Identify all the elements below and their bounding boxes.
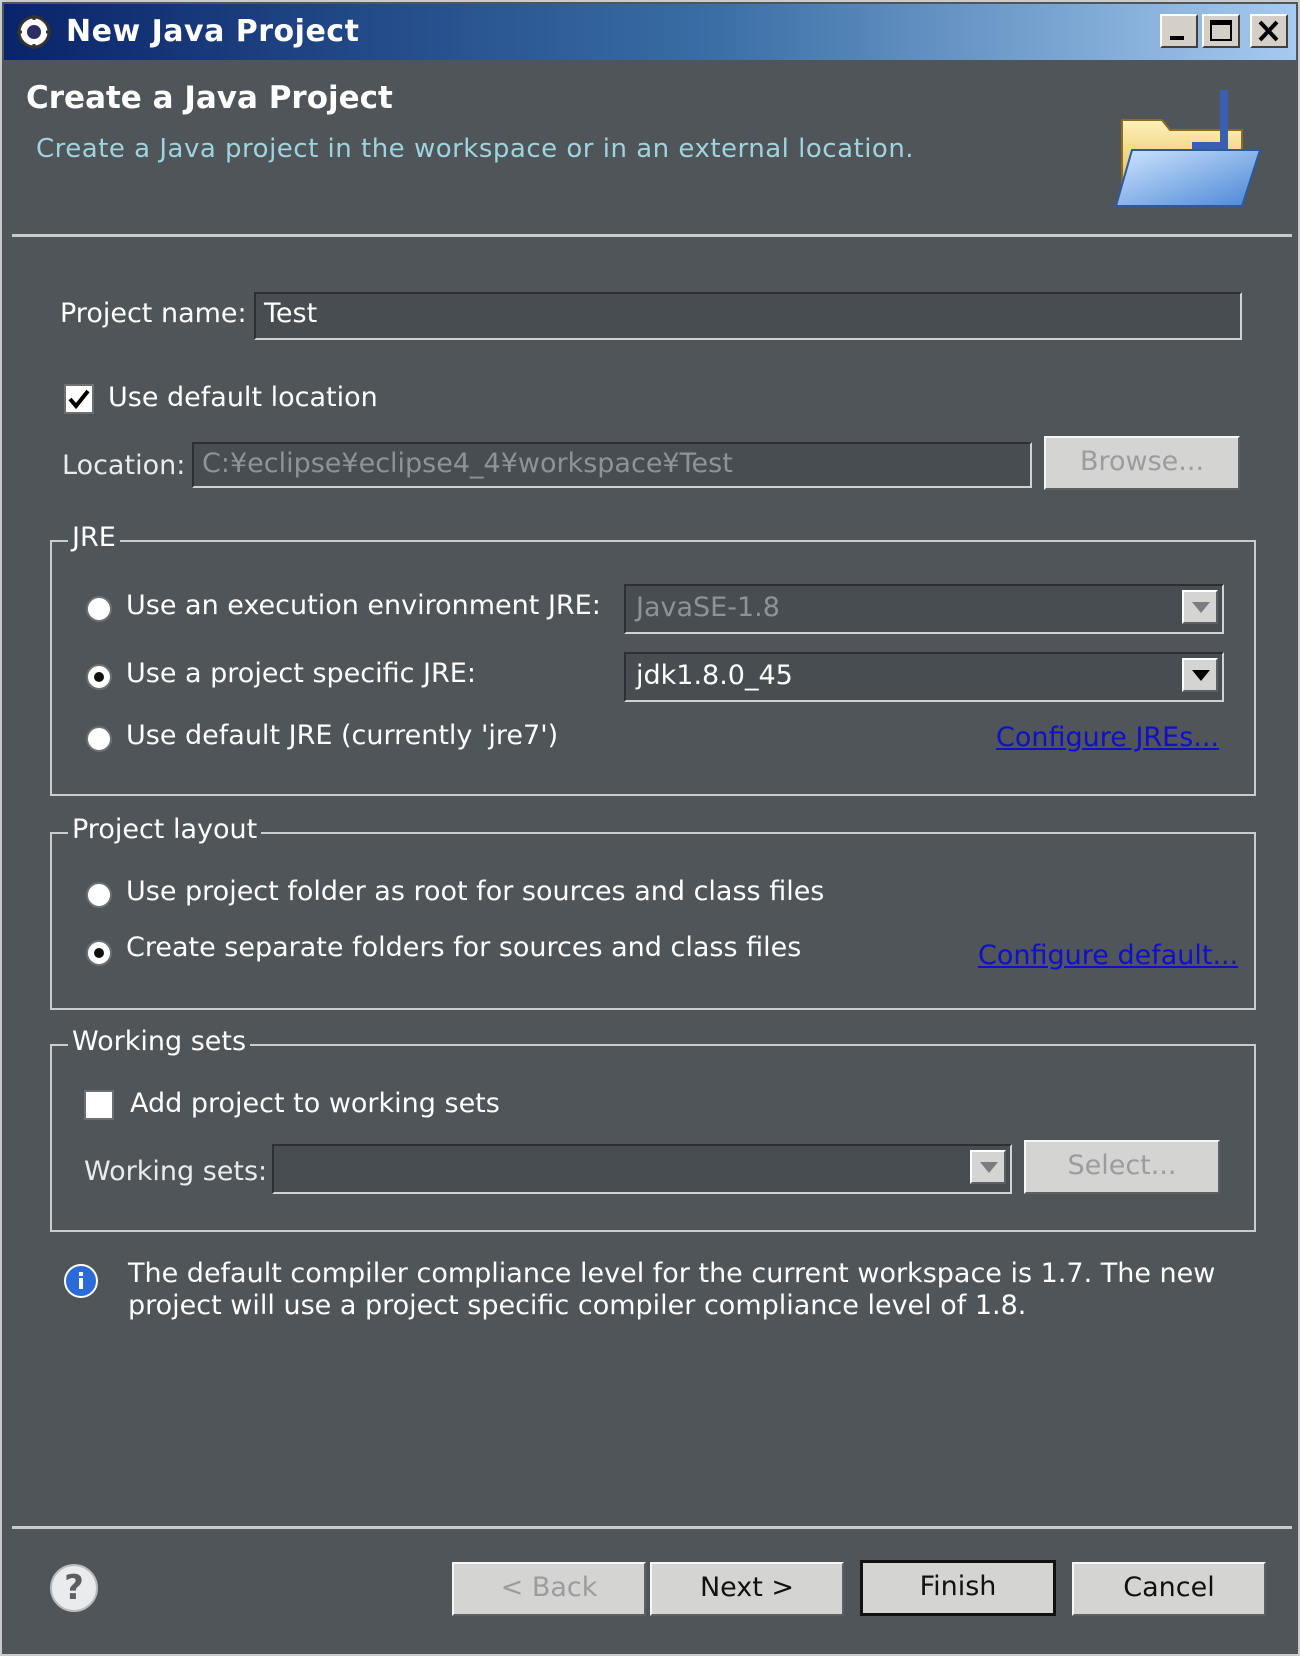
close-icon [1258, 20, 1279, 42]
window-title: New Java Project [66, 14, 360, 49]
back-button[interactable]: < Back [452, 1562, 646, 1616]
separate-folders-label: Create separate folders for sources and … [126, 932, 802, 963]
select-working-sets-button[interactable]: Select... [1024, 1140, 1220, 1194]
default-jre-label: Use default JRE (currently 'jre7') [126, 720, 559, 751]
info-icon [64, 1264, 98, 1298]
working-sets-label: Working sets: [84, 1156, 268, 1187]
compliance-info-message: The default compiler compliance level fo… [128, 1258, 1216, 1321]
execution-environment-select[interactable]: JavaSE-1.8 [624, 584, 1224, 634]
project-specific-jre-value: jdk1.8.0_45 [636, 660, 793, 691]
working-sets-legend: Working sets [68, 1026, 251, 1057]
project-folder-root-label: Use project folder as root for sources a… [126, 876, 825, 907]
project-specific-jre-label: Use a project specific JRE: [126, 658, 476, 689]
eclipse-icon [17, 15, 51, 49]
java-project-folder-icon [1114, 90, 1262, 207]
maximize-button[interactable] [1202, 14, 1240, 48]
page-title: Create a Java Project [26, 80, 393, 116]
chevron-down-icon [1192, 670, 1210, 681]
project-name-input[interactable]: Test [254, 292, 1242, 340]
project-name-label: Project name: [60, 298, 247, 329]
dropdown-button[interactable] [1182, 658, 1218, 692]
next-button[interactable]: Next > [650, 1562, 844, 1616]
location-input[interactable]: C:¥eclipse¥eclipse4_4¥workspace¥Test [192, 442, 1032, 488]
dropdown-button[interactable] [1182, 590, 1218, 624]
working-sets-group [50, 1044, 1256, 1232]
use-default-location-checkbox[interactable] [64, 384, 94, 414]
page-description: Create a Java project in the workspace o… [36, 134, 915, 164]
help-icon[interactable]: ? [50, 1564, 98, 1612]
cancel-button[interactable]: Cancel [1072, 1562, 1266, 1616]
checkmark-icon [68, 389, 90, 410]
footer-separator [12, 1526, 1292, 1529]
radio-project-specific-jre[interactable] [86, 664, 112, 690]
dropdown-button[interactable] [970, 1150, 1006, 1184]
working-sets-select[interactable] [272, 1144, 1012, 1194]
finish-button[interactable]: Finish [860, 1560, 1056, 1616]
radio-default-jre[interactable] [86, 726, 112, 752]
location-label: Location: [62, 450, 186, 481]
radio-execution-environment[interactable] [86, 596, 112, 622]
execution-environment-label: Use an execution environment JRE: [126, 590, 601, 621]
configure-default-link[interactable]: Configure default... [978, 940, 1238, 971]
chevron-down-icon [980, 1162, 998, 1173]
project-layout-group [50, 832, 1256, 1010]
close-button[interactable] [1250, 14, 1288, 48]
minimize-icon [1170, 36, 1184, 40]
browse-button[interactable]: Browse... [1044, 436, 1240, 490]
jre-group-legend: JRE [68, 522, 120, 553]
chevron-down-icon [1192, 602, 1210, 613]
wizard-header: Create a Java Project Create a Java proj… [12, 62, 1292, 234]
add-to-working-sets-label: Add project to working sets [130, 1088, 500, 1119]
execution-environment-value: JavaSE-1.8 [636, 592, 780, 623]
use-default-location-label: Use default location [108, 382, 378, 413]
project-layout-legend: Project layout [68, 814, 262, 845]
add-to-working-sets-checkbox[interactable] [84, 1090, 114, 1120]
project-specific-jre-select[interactable]: jdk1.8.0_45 [624, 652, 1224, 702]
radio-separate-folders[interactable] [86, 940, 112, 966]
configure-jres-link[interactable]: Configure JREs... [996, 722, 1219, 753]
title-bar[interactable]: New Java Project [4, 4, 1296, 60]
radio-project-folder-root[interactable] [86, 882, 112, 908]
header-separator [12, 234, 1292, 237]
maximize-icon [1210, 20, 1232, 41]
minimize-button[interactable] [1160, 14, 1198, 48]
new-java-project-dialog: New Java Project Create a Java Project C… [0, 0, 1300, 1656]
